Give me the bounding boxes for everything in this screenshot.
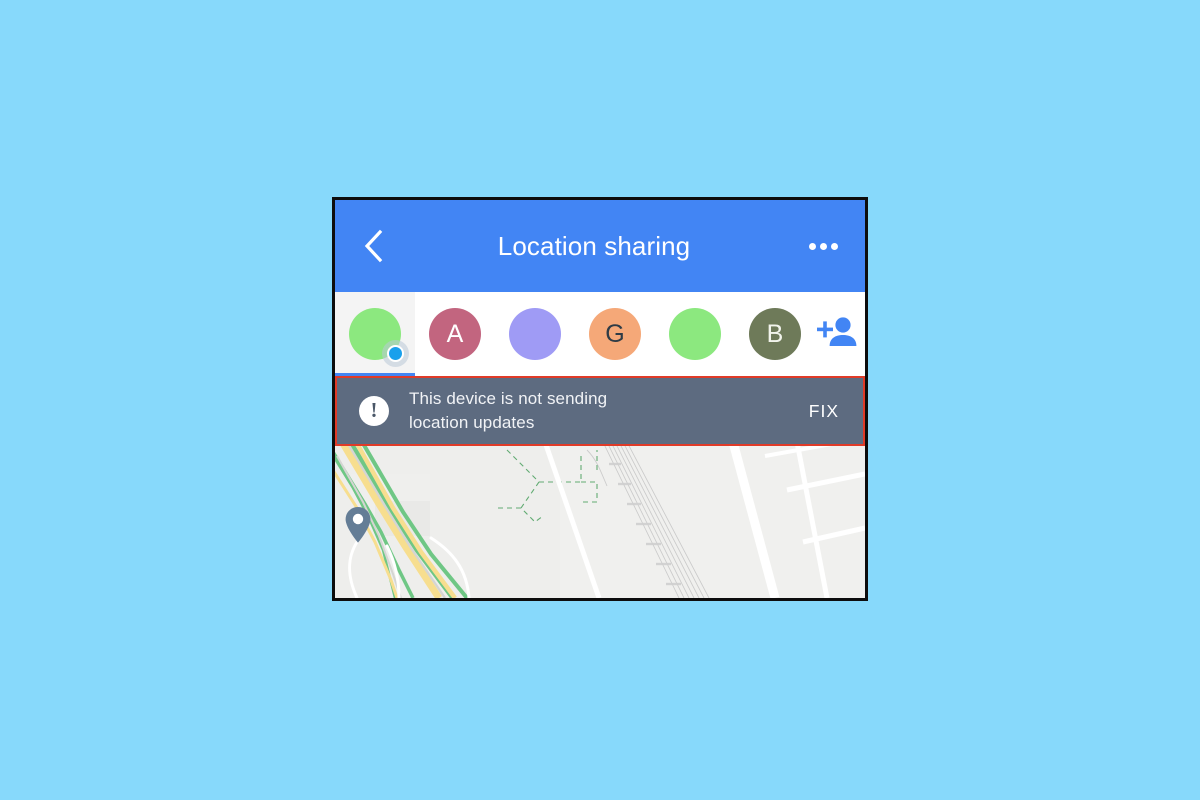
status-badge-halo	[382, 340, 409, 367]
person-tab-avatar-a[interactable]: A	[415, 292, 495, 376]
add-person-button[interactable]	[815, 292, 865, 376]
person-add-icon	[816, 315, 858, 354]
avatar-initial: A	[446, 319, 464, 348]
avatar-initial: B	[766, 319, 784, 348]
avatar-g: G	[589, 308, 641, 360]
person-tab-avatar-green[interactable]	[655, 292, 735, 376]
status-banner-message: This device is not sending location upda…	[409, 387, 803, 435]
status-banner-message-line-1: This device is not sending	[409, 388, 608, 408]
exclamation-glyph: !	[370, 398, 378, 422]
map-pin-icon[interactable]	[344, 506, 372, 544]
map-canvas	[335, 446, 865, 598]
more-horizontal-icon-dot-3	[830, 242, 838, 250]
overflow-menu-button[interactable]	[803, 226, 843, 266]
avatar-a: A	[429, 308, 481, 360]
fix-button[interactable]: FIX	[803, 393, 845, 430]
avatar-self	[349, 308, 409, 367]
person-tab-avatar-self[interactable]	[335, 292, 415, 376]
person-tab-avatar-g[interactable]: G	[575, 292, 655, 376]
chevron-left-icon	[363, 229, 385, 263]
page-title: Location sharing	[497, 230, 691, 261]
person-tab-avatar-b[interactable]: B	[735, 292, 815, 376]
exclamation-circle-icon: !	[359, 396, 389, 426]
person-tab-avatar-purple[interactable]	[495, 292, 575, 376]
status-badge-dot	[387, 345, 404, 362]
avatar-green	[669, 308, 721, 360]
map-view[interactable]	[335, 446, 865, 598]
avatar-purple	[509, 308, 561, 360]
avatar-initial: G	[605, 319, 625, 348]
people-avatar-strip: AGB	[335, 292, 865, 376]
status-banner: ! This device is not sending location up…	[335, 376, 865, 446]
avatar-b: B	[749, 308, 801, 360]
location-sharing-screen: Location sharing AGB ! This device is no…	[332, 197, 868, 601]
more-horizontal-icon-dot-1	[808, 242, 816, 250]
app-bar: Location sharing	[335, 200, 865, 292]
status-banner-message-line-2: location updates	[409, 413, 535, 432]
more-horizontal-icon-dot-2	[819, 242, 827, 250]
